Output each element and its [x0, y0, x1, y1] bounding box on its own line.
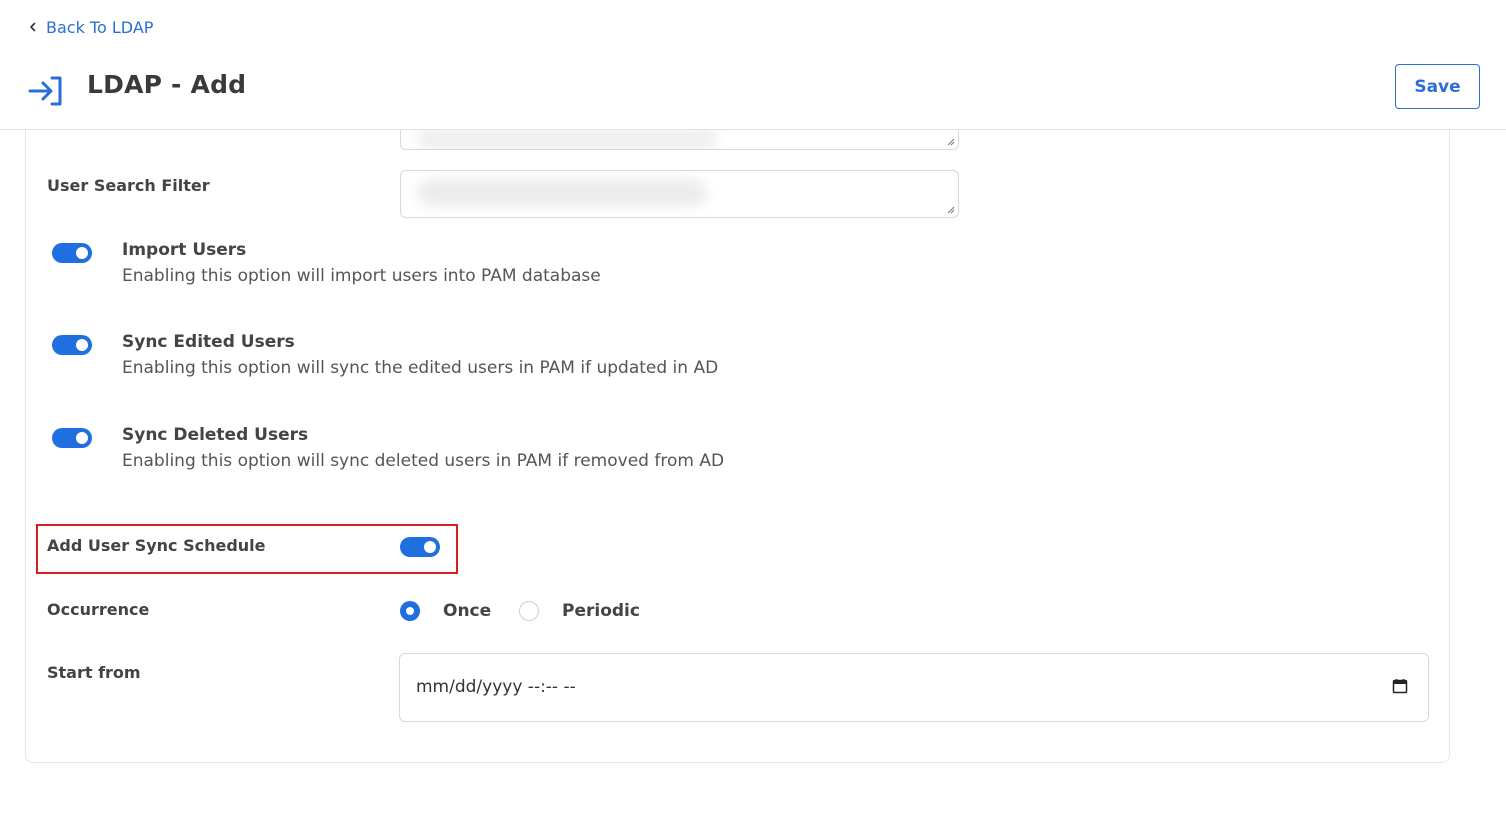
sync-deleted-users-description: Enabling this option will sync deleted u… — [122, 451, 725, 471]
blurred-value — [417, 179, 707, 207]
occurrence-periodic-label[interactable]: Periodic — [562, 601, 640, 621]
import-users-toggle[interactable] — [52, 243, 92, 263]
import-users-description: Enabling this option will import users i… — [122, 266, 601, 286]
save-button[interactable]: Save — [1395, 64, 1480, 109]
sync-edited-users-title: Sync Edited Users — [122, 332, 295, 352]
calendar-icon[interactable] — [1392, 678, 1408, 694]
start-from-label: Start from — [47, 663, 141, 682]
page-title: LDAP - Add — [87, 70, 247, 99]
sync-deleted-users-toggle[interactable] — [52, 428, 92, 448]
login-arrow-icon — [28, 76, 64, 106]
occurrence-periodic-radio[interactable] — [519, 601, 539, 621]
occurrence-label: Occurrence — [47, 600, 150, 619]
start-from-datetime-input[interactable]: mm/dd/yyyy --:-- -- — [399, 653, 1429, 722]
blurred-value — [417, 128, 717, 149]
user-search-filter-input[interactable] — [400, 170, 959, 218]
start-from-value: mm/dd/yyyy --:-- -- — [416, 677, 576, 697]
user-search-filter-label: User Search Filter — [47, 176, 210, 195]
occurrence-once-label[interactable]: Once — [443, 601, 491, 621]
highlight-annotation-box — [36, 524, 458, 574]
sync-deleted-users-title: Sync Deleted Users — [122, 425, 309, 445]
toggle-knob — [76, 339, 88, 351]
occurrence-once-radio[interactable] — [400, 601, 420, 621]
chevron-left-icon — [28, 22, 38, 32]
resize-handle-icon[interactable] — [945, 136, 955, 146]
toggle-knob — [76, 247, 88, 259]
import-users-title: Import Users — [122, 240, 247, 260]
back-link-label: Back To LDAP — [46, 17, 154, 37]
resize-handle-icon[interactable] — [945, 204, 955, 214]
toggle-knob — [76, 432, 88, 444]
back-to-ldap-link[interactable]: Back To LDAP — [28, 16, 153, 38]
previous-field-textarea[interactable] — [400, 128, 959, 150]
page-header: LDAP - Add Save — [0, 50, 1506, 130]
sync-edited-users-description: Enabling this option will sync the edite… — [122, 358, 719, 378]
sync-edited-users-toggle[interactable] — [52, 335, 92, 355]
